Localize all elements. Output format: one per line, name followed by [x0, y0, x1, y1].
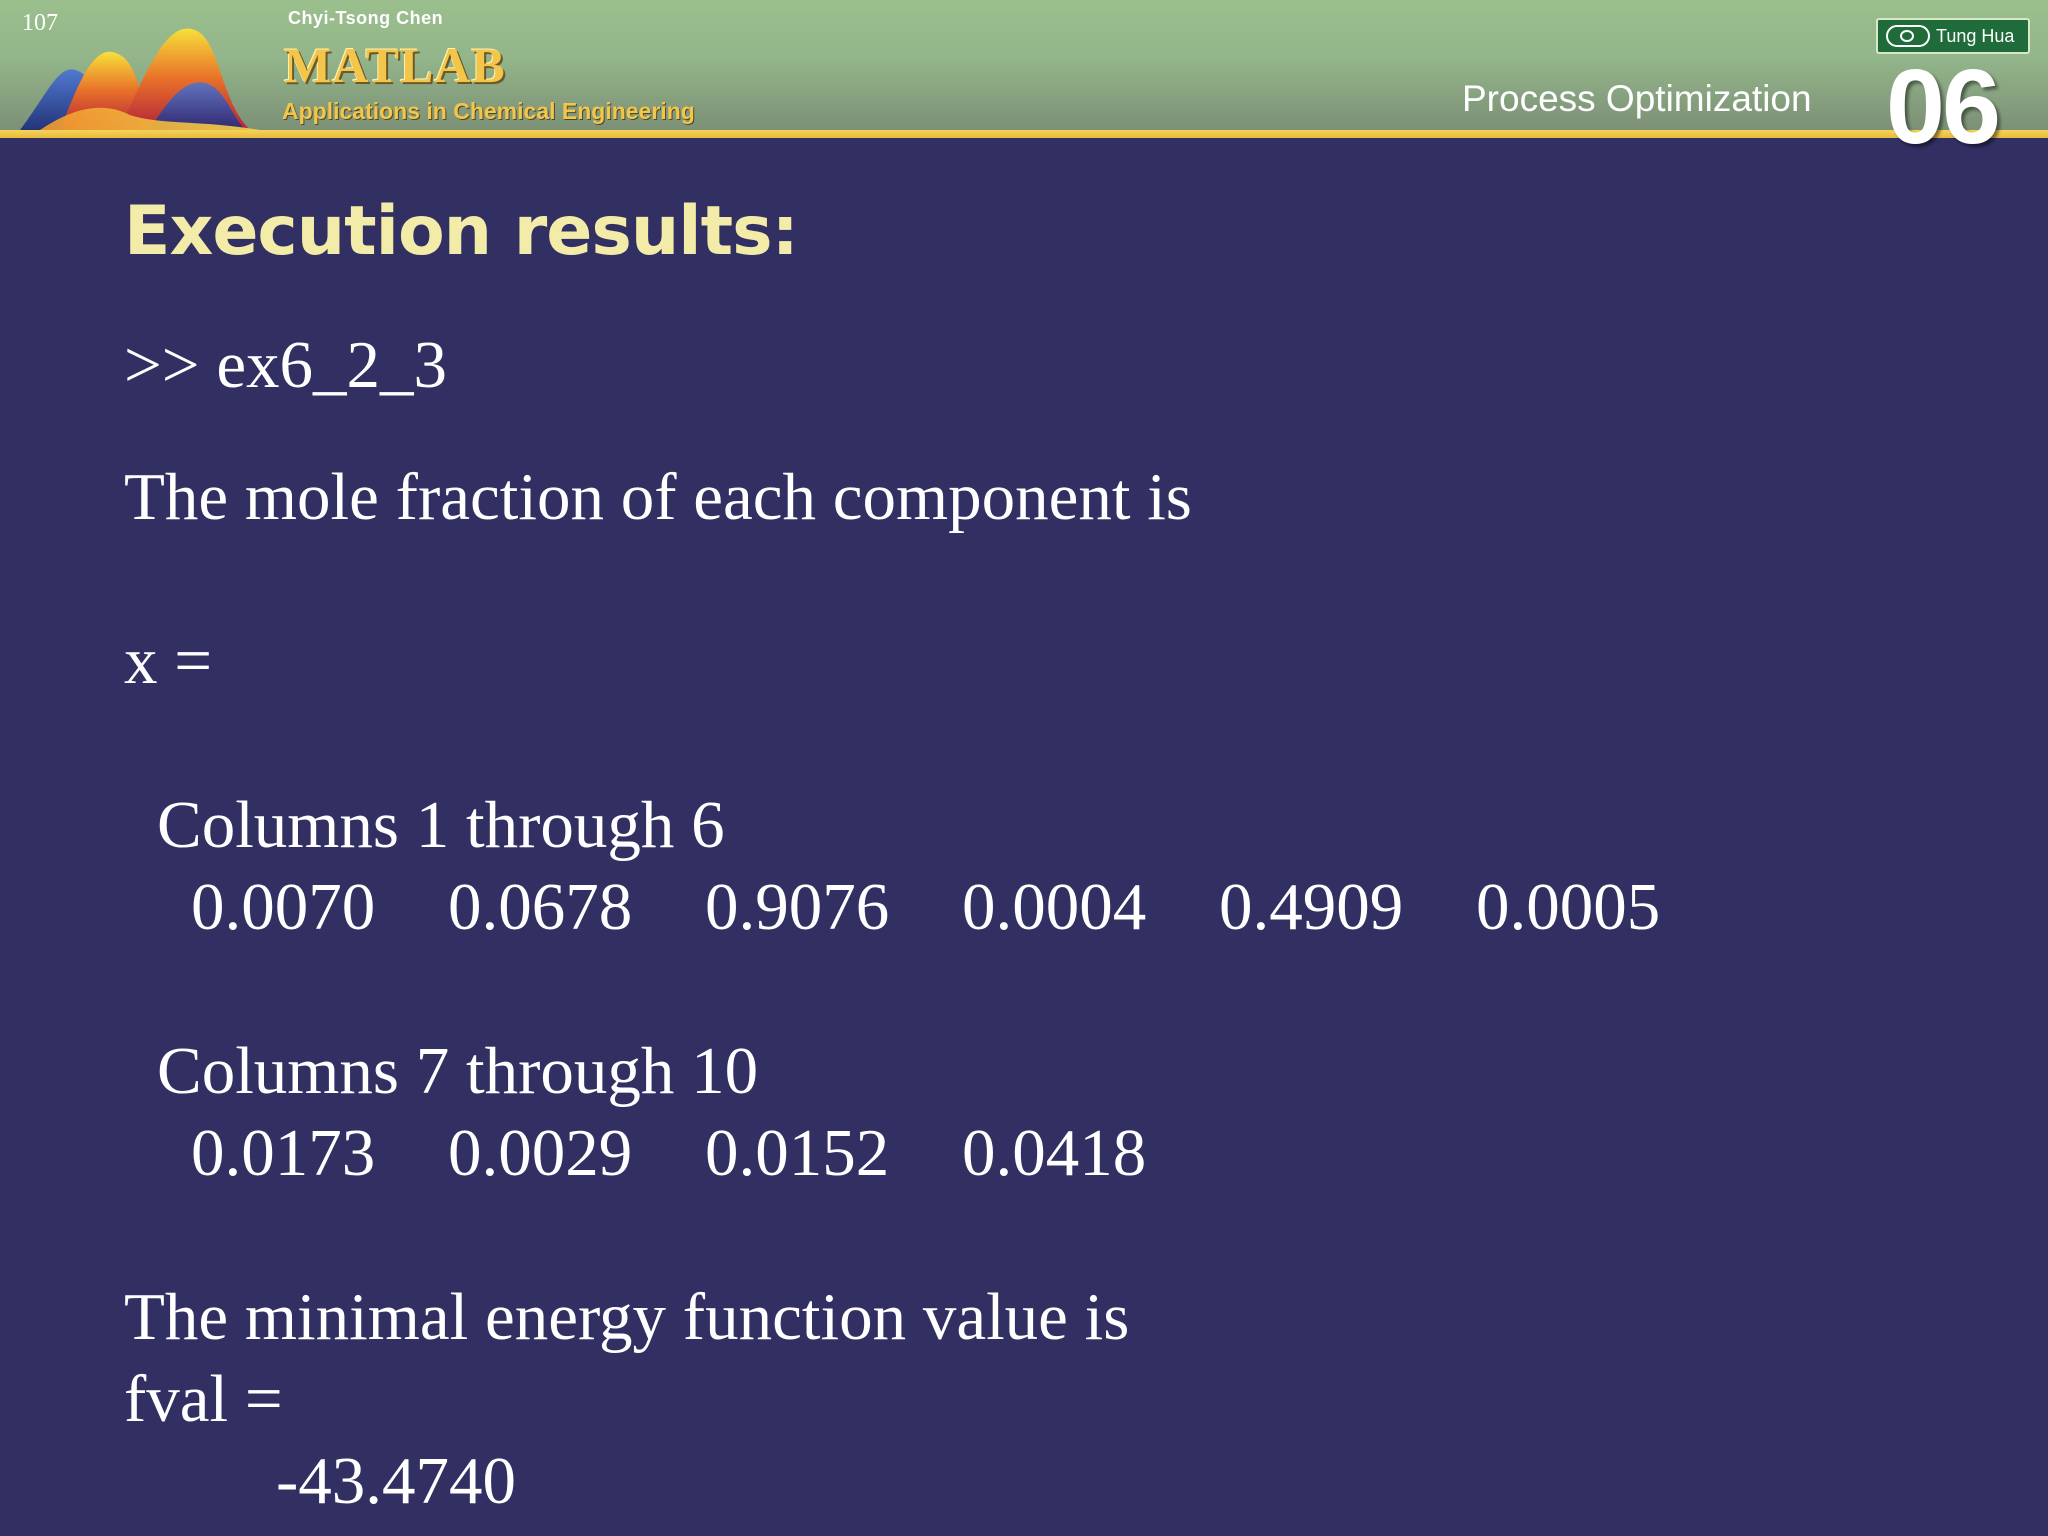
header-divider [0, 130, 2048, 138]
publisher-name: Tung Hua [1936, 25, 2015, 46]
fval-label: fval = [124, 1362, 283, 1436]
mole-fraction-text: The mole fraction of each component is [124, 460, 1192, 534]
energy-text: The minimal energy function value is [124, 1280, 1130, 1354]
columns-header-2: Columns 7 through 10 [157, 1034, 759, 1108]
command-line: >> ex6_2_3 [124, 328, 448, 402]
value-cell: 0.0173 [191, 1116, 376, 1190]
value-cell: 0.0005 [1476, 870, 1661, 944]
page-number: 107 [22, 10, 58, 36]
x-label: x = [124, 624, 213, 698]
value-cell: 0.0029 [448, 1116, 633, 1190]
chapter-title: Process Optimization [1462, 78, 1812, 119]
value-cell: 0.0152 [705, 1116, 890, 1190]
value-cell: 0.0678 [448, 870, 633, 944]
book-title: MATLAB [284, 37, 506, 93]
chapter-number: 06 [1886, 48, 2001, 166]
book-subtitle: Applications in Chemical Engineering [282, 98, 695, 124]
author-name: Chyi-Tsong Chen [288, 8, 444, 28]
publisher-logo-icon [1886, 25, 1930, 47]
value-cell: 0.0004 [962, 870, 1147, 944]
fval-value: -43.4740 [276, 1444, 517, 1518]
slide-title: Execution results: [124, 192, 799, 271]
header-banner: 107 Chyi-Tsong Chen MATLAB Applications … [0, 0, 2048, 130]
value-cell: 0.0070 [191, 870, 376, 944]
columns-header-1: Columns 1 through 6 [157, 788, 725, 862]
value-cell: 0.4909 [1219, 870, 1404, 944]
value-cell: 0.0418 [962, 1116, 1147, 1190]
value-cell: 0.9076 [705, 870, 890, 944]
